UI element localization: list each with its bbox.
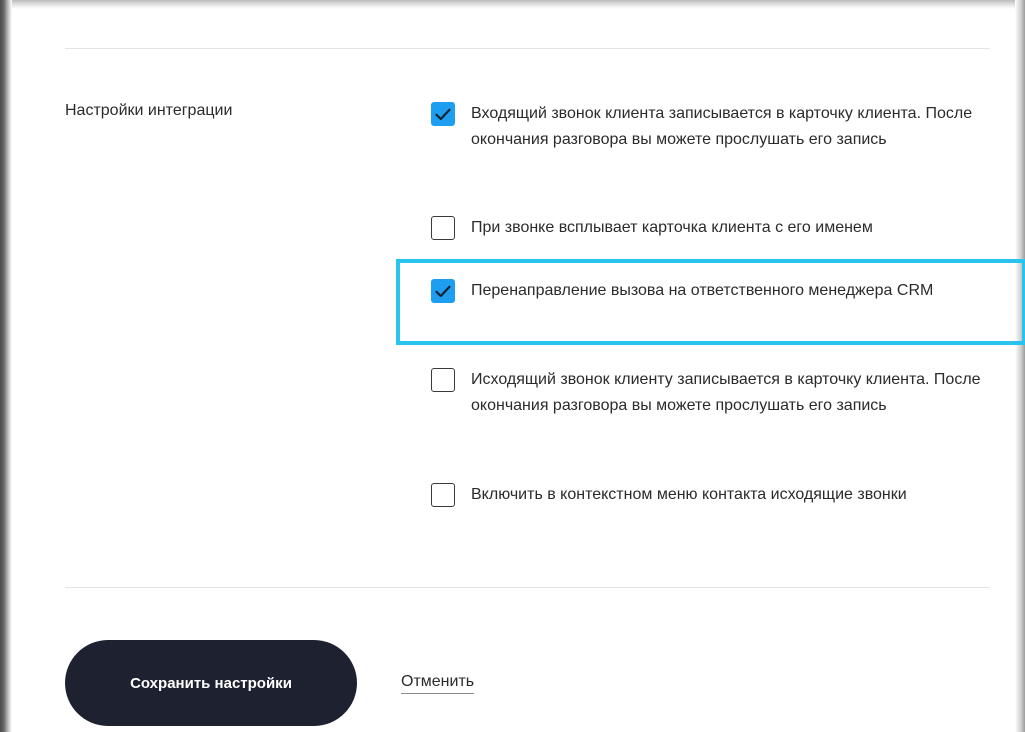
checkmark-icon [435, 285, 451, 297]
checkbox-outgoing-call-recording[interactable] [431, 368, 455, 392]
option-label: Исходящий звонок клиенту записывается в … [471, 371, 981, 414]
window-edge-right [1015, 0, 1025, 732]
checkbox-context-menu-outgoing-calls[interactable] [431, 483, 455, 507]
option-incoming-call-recording[interactable]: Входящий звонок клиента записывается в к… [431, 101, 981, 153]
option-popup-client-card[interactable]: При звонке всплывает карточка клиента с … [431, 215, 981, 241]
checkbox-redirect-to-manager[interactable] [431, 279, 455, 303]
option-redirect-to-manager[interactable]: Перенаправление вызова на ответственного… [431, 278, 981, 304]
window-edge-top [0, 0, 1025, 9]
settings-panel: Настройки интеграции Входящий звонок кли… [0, 0, 1025, 732]
option-label: Перенаправление вызова на ответственного… [471, 282, 934, 299]
checkmark-icon [435, 108, 451, 120]
option-context-menu-outgoing-calls[interactable]: Включить в контекстном меню контакта исх… [431, 482, 981, 508]
option-label: Включить в контекстном меню контакта исх… [471, 486, 907, 503]
checkbox-incoming-call-recording[interactable] [431, 102, 455, 126]
option-outgoing-call-recording[interactable]: Исходящий звонок клиенту записывается в … [431, 367, 981, 419]
option-label: При звонке всплывает карточка клиента с … [471, 219, 873, 236]
cancel-link[interactable]: Отменить [401, 672, 475, 694]
save-settings-button[interactable]: Сохранить настройки [65, 640, 357, 726]
integration-settings-label: Настройки интеграции [65, 102, 233, 119]
window-edge-left [0, 0, 12, 732]
option-label: Входящий звонок клиента записывается в к… [471, 105, 973, 148]
bottom-divider [65, 587, 990, 588]
checkbox-popup-client-card[interactable] [431, 216, 455, 240]
top-divider [65, 48, 990, 49]
